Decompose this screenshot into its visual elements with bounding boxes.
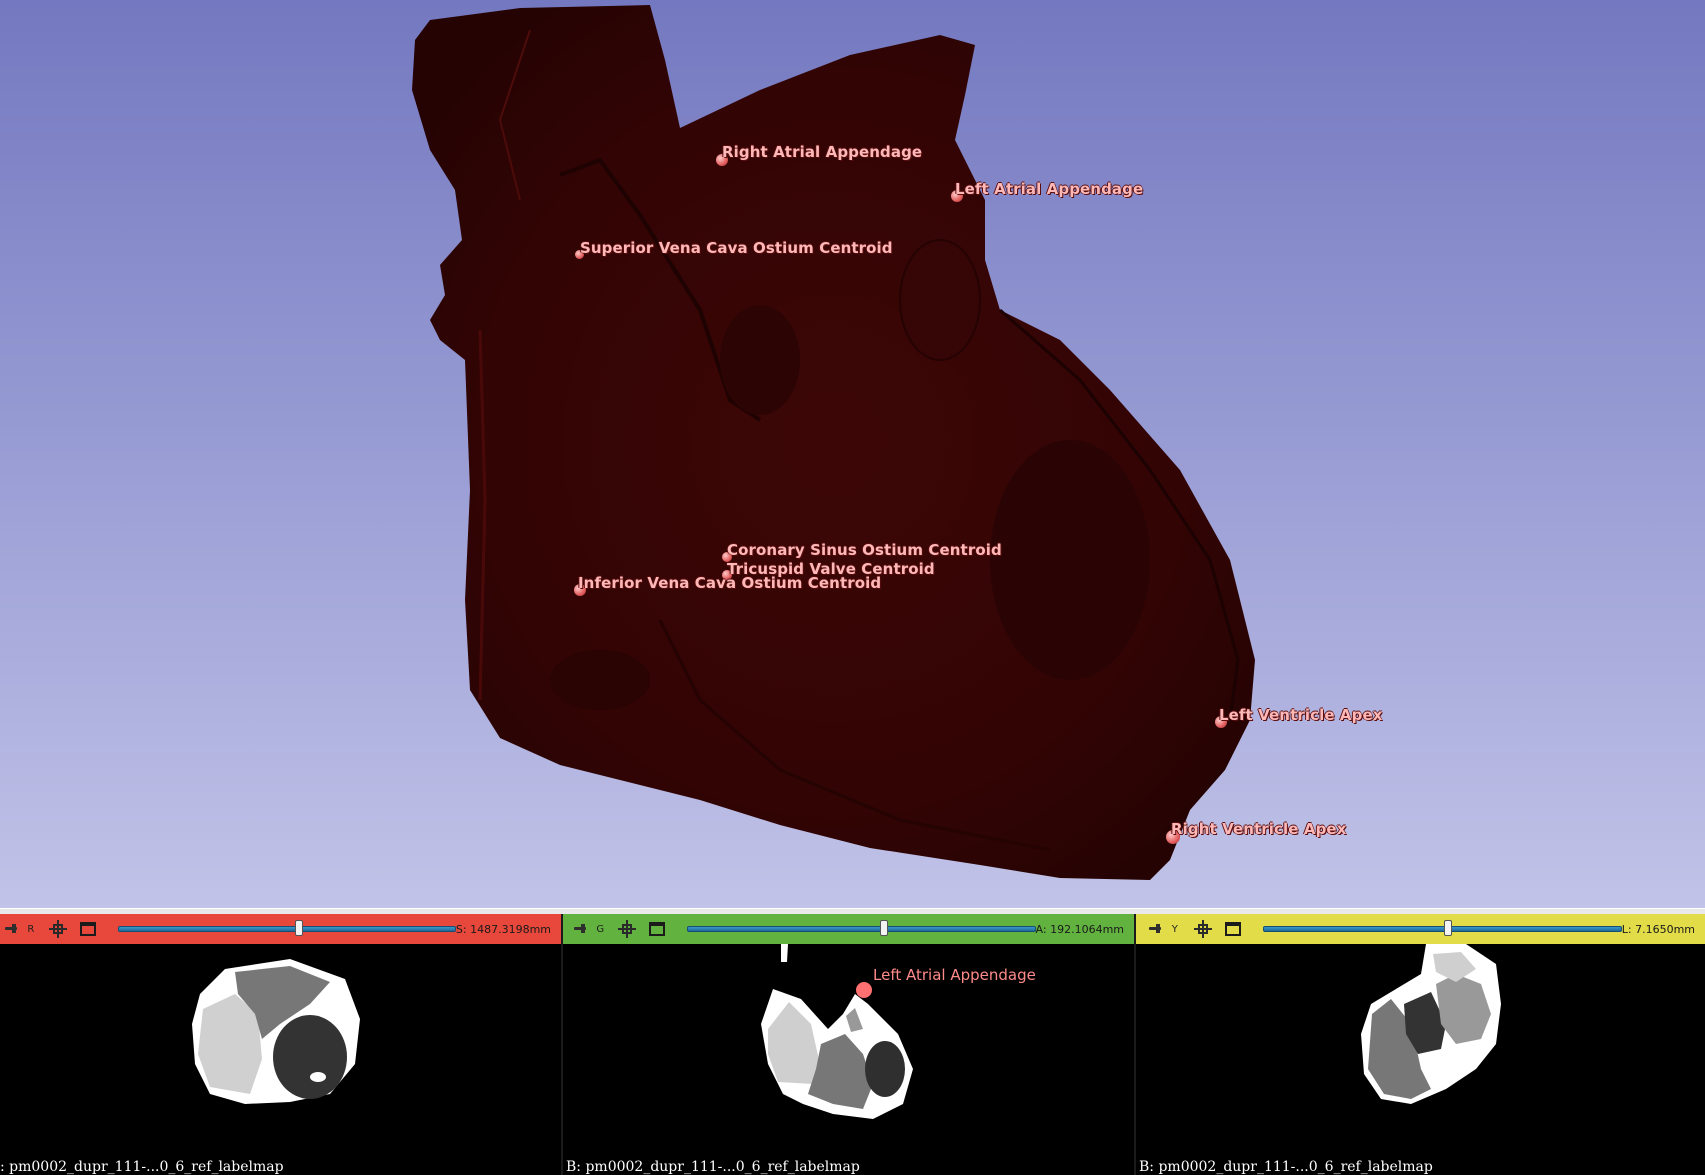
landmark-label-left-atrial-appendage: Left Atrial Appendage <box>955 180 1144 198</box>
red-slice-controller-bar: R S: 1487.3198mm <box>0 914 561 944</box>
volume-label: B: pm0002_dupr_111-...0_6_ref_labelmap <box>566 1159 860 1175</box>
link-view-icon[interactable] <box>617 920 636 938</box>
slice-offset-slider[interactable] <box>686 920 1036 936</box>
heart-model-render[interactable] <box>0 0 1705 908</box>
view-letter: R <box>27 923 35 935</box>
slice-offset-slider[interactable] <box>117 920 456 936</box>
link-view-icon[interactable] <box>48 920 67 938</box>
view-letter: G <box>596 923 605 935</box>
red-slice-image[interactable] <box>0 944 561 1175</box>
yellow-slice-view[interactable]: Y L: 7.1650mm B: pm0002_dupr_111-...0_6_… <box>1136 914 1705 1175</box>
landmark-label-superior-vena-cava-ostium-centroid: Superior Vena Cava Ostium Centroid <box>580 239 893 257</box>
yellow-slice-controller-bar: Y L: 7.1650mm <box>1136 914 1705 944</box>
view-letter: Y <box>1171 923 1178 935</box>
pin-icon[interactable] <box>573 922 588 936</box>
green-slice-view[interactable]: G A: 192.1064mm Left Atrial Appendage B:… <box>563 914 1134 1175</box>
landmark-label-right-atrial-appendage: Right Atrial Appendage <box>722 143 923 161</box>
volume-label: B: pm0002_dupr_111-...0_6_ref_labelmap <box>1139 1159 1433 1175</box>
slice-landmark-marker[interactable] <box>856 982 872 998</box>
yellow-slice-image[interactable] <box>1136 944 1705 1175</box>
volume-label: : pm0002_dupr_111-...0_6_ref_labelmap <box>0 1159 284 1175</box>
slice-landmark-label: Left Atrial Appendage <box>873 966 1036 984</box>
green-slice-image[interactable] <box>563 944 1134 1175</box>
slice-offset-slider-handle[interactable] <box>294 920 303 936</box>
landmark-label-right-ventricle-apex: Right Ventricle Apex <box>1171 820 1347 838</box>
3d-view[interactable]: Right Atrial Appendage Left Atrial Appen… <box>0 0 1705 908</box>
pin-icon[interactable] <box>4 922 19 936</box>
slice-offset-value: S: 1487.3198mm <box>455 922 552 936</box>
green-slice-controller-bar: G A: 192.1064mm <box>563 914 1134 944</box>
maximize-view-icon[interactable] <box>649 922 665 936</box>
red-slice-view[interactable]: R S: 1487.3198mm : pm0002_dupr_111-...0_… <box>0 914 561 1175</box>
slice-offset-value: A: 192.1064mm <box>1035 922 1124 936</box>
landmark-label-inferior-vena-cava-ostium-centroid: Inferior Vena Cava Ostium Centroid <box>578 574 882 592</box>
slice-offset-slider-handle[interactable] <box>879 920 888 936</box>
link-view-icon[interactable] <box>1193 920 1212 938</box>
slice-offset-slider[interactable] <box>1263 920 1622 936</box>
pin-icon[interactable] <box>1148 922 1164 936</box>
maximize-view-icon[interactable] <box>80 922 96 936</box>
slice-offset-slider-handle[interactable] <box>1444 920 1453 936</box>
landmark-label-left-ventricle-apex: Left Ventricle Apex <box>1219 706 1383 724</box>
maximize-view-icon[interactable] <box>1225 922 1242 936</box>
slice-offset-value: L: 7.1650mm <box>1621 922 1696 936</box>
landmark-label-coronary-sinus-ostium-centroid: Coronary Sinus Ostium Centroid <box>727 541 1002 559</box>
